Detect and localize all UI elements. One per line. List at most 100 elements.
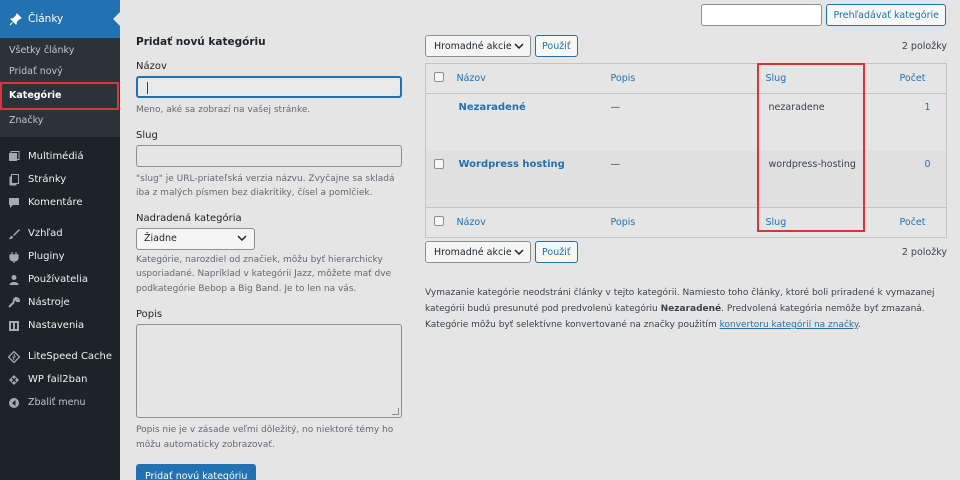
sidebar-item-label: Články xyxy=(28,13,64,25)
wrench-icon xyxy=(8,296,20,309)
fail2ban-icon xyxy=(8,374,20,386)
tablenav-top: Hromadné akcie Použiť 2 položky xyxy=(425,35,947,57)
select-all-checkbox[interactable] xyxy=(434,72,444,82)
submenu-categories[interactable]: Kategórie xyxy=(0,82,119,110)
pushpin-icon xyxy=(8,12,22,26)
add-category-button[interactable]: Pridať novú kategóriu xyxy=(136,464,257,480)
name-help: Meno, aké sa zobrazí na vašej stránke. xyxy=(136,105,311,115)
search-categories-button[interactable]: Prehľadávať kategórie xyxy=(826,4,946,26)
table-row: Wordpress hosting — wordpress-hosting 0 xyxy=(425,150,947,208)
search-box: Prehľadávať kategórie xyxy=(701,4,946,26)
category-desc: — xyxy=(610,102,621,113)
apply-button-bottom[interactable]: Použiť xyxy=(535,241,578,263)
parent-help: Kategórie, narozdiel od značiek, môžu by… xyxy=(136,254,392,294)
desc-label: Popis xyxy=(136,309,163,320)
items-count-bottom: 2 položky xyxy=(901,246,947,258)
chevron-down-icon xyxy=(237,233,247,244)
search-input[interactable] xyxy=(701,4,823,26)
category-desc: — xyxy=(610,158,621,170)
sidebar-item-media[interactable]: Multimédiá xyxy=(0,145,120,168)
sidebar-item-litespeed[interactable]: LiteSpeed Cache xyxy=(0,345,120,368)
media-icon xyxy=(8,150,20,163)
user-icon xyxy=(8,274,20,286)
sidebar-item-comments[interactable]: Komentáre xyxy=(0,191,120,214)
row-checkbox[interactable] xyxy=(434,158,444,169)
table-row: Nezaradené — nezaradene 1 xyxy=(426,94,947,151)
category-name-link[interactable]: Wordpress hosting xyxy=(459,159,565,170)
sidebar-item-label: Zbaliť menu xyxy=(28,397,86,408)
sidebar-item-label: Stránky xyxy=(28,174,67,185)
sidebar-item-label: LiteSpeed Cache xyxy=(28,351,113,362)
sidebar-item-appearance[interactable]: Vzhľad xyxy=(0,222,120,245)
name-input[interactable] xyxy=(136,76,402,98)
apply-button[interactable]: Použiť xyxy=(535,35,578,57)
description-textarea[interactable] xyxy=(136,324,402,418)
category-count-link[interactable]: 1 xyxy=(925,102,931,113)
plugin-icon xyxy=(8,251,20,263)
bulk-actions-value: Hromadné akcie xyxy=(434,246,512,258)
admin-sidebar: Články Všetky články Pridať nový Kategór… xyxy=(0,0,120,480)
items-count: 2 položky xyxy=(901,40,947,52)
submenu-all-posts[interactable]: Všetky články xyxy=(0,40,120,61)
paintbrush-icon xyxy=(8,228,20,240)
sidebar-item-pages[interactable]: Stránky xyxy=(0,168,120,191)
collapse-menu-button[interactable]: Zbaliť menu xyxy=(0,391,120,414)
submenu-tags[interactable]: Značky xyxy=(0,110,120,131)
slug-input[interactable] xyxy=(136,144,402,167)
parent-select-value: Žiadne xyxy=(144,233,177,244)
desc-help: Popis nie je v zásade veľmi dôležitý, no… xyxy=(136,425,394,450)
submenu-add-new[interactable]: Pridať nový xyxy=(0,61,120,82)
category-count-link[interactable]: 0 xyxy=(925,159,931,170)
sidebar-item-plugins[interactable]: Pluginy xyxy=(0,245,120,268)
select-all-checkbox-footer[interactable] xyxy=(434,216,444,226)
posts-submenu: Všetky články Pridať nový Kategórie Znač… xyxy=(0,38,120,137)
column-desc-header[interactable]: Popis xyxy=(611,73,636,84)
tablenav-bottom: Hromadné akcie Použiť 2 položky xyxy=(425,241,947,263)
column-name-footer[interactable]: Názov xyxy=(457,217,486,228)
sidebar-item-label: Komentáre xyxy=(28,197,83,208)
parent-select[interactable]: Žiadne xyxy=(136,227,255,250)
slug-label: Slug xyxy=(136,129,158,141)
column-slug-header[interactable]: Slug xyxy=(766,73,787,84)
sidebar-item-label: Používatelia xyxy=(28,274,88,285)
bulk-actions-select[interactable]: Hromadné akcie xyxy=(425,35,531,57)
column-count-header[interactable]: Počet xyxy=(900,73,926,84)
convert-note: Kategórie môžu byť selektívne konvertova… xyxy=(425,320,861,330)
column-desc-footer[interactable]: Popis xyxy=(611,217,636,228)
category-notes: Vymazanie kategórie neodstráni články v … xyxy=(425,285,947,333)
sidebar-item-tools[interactable]: Nástroje xyxy=(0,291,120,314)
add-category-form: Pridať novú kategóriu Názov Meno, aké sa… xyxy=(136,36,404,480)
category-name-link[interactable]: Nezaradené xyxy=(459,102,526,113)
chevron-down-icon xyxy=(514,41,524,52)
sidebar-item-fail2ban[interactable]: WP fail2ban xyxy=(0,368,120,391)
column-count-footer[interactable]: Počet xyxy=(900,217,926,228)
categories-table: Názov Popis Slug Počet Nezaradené — neza… xyxy=(425,63,947,238)
chevron-down-icon xyxy=(514,247,524,258)
category-slug: nezaradene xyxy=(768,102,825,113)
categories-table-area: Hromadné akcie Použiť 2 položky Názov Po… xyxy=(425,35,947,238)
form-title: Pridať novú kategóriu xyxy=(136,36,266,48)
name-label: Názov xyxy=(136,61,167,72)
delete-note: Vymazanie kategórie neodstráni články v … xyxy=(425,288,935,314)
sidebar-item-settings[interactable]: Nastavenia xyxy=(0,314,120,337)
collapse-arrow-icon xyxy=(8,397,20,409)
slug-help: "slug" je URL-priateľská verzia názvu. Z… xyxy=(136,173,395,199)
sidebar-item-posts[interactable]: Články xyxy=(0,0,120,38)
sidebar-item-label: Vzhľad xyxy=(28,228,63,239)
sidebar-item-label: Nastavenia xyxy=(28,320,85,331)
sidebar-item-label: Pluginy xyxy=(28,251,65,262)
comment-icon xyxy=(8,197,20,209)
sidebar-item-label: Multimédiá xyxy=(28,151,84,162)
column-slug-footer[interactable]: Slug xyxy=(766,217,787,228)
converter-link[interactable]: konvertoru kategórií na značky xyxy=(720,320,858,330)
bulk-actions-value: Hromadné akcie xyxy=(434,40,512,52)
parent-label: Nadradená kategória xyxy=(136,212,242,224)
sidebar-item-users[interactable]: Používatelia xyxy=(0,268,120,291)
sidebar-item-label: WP fail2ban xyxy=(28,374,88,385)
bulk-actions-select-bottom[interactable]: Hromadné akcie xyxy=(425,241,531,263)
pages-icon xyxy=(8,173,20,186)
litespeed-icon xyxy=(8,350,20,363)
sidebar-item-label: Nástroje xyxy=(28,297,70,308)
settings-icon xyxy=(8,320,20,332)
column-name-header[interactable]: Názov xyxy=(457,73,486,84)
